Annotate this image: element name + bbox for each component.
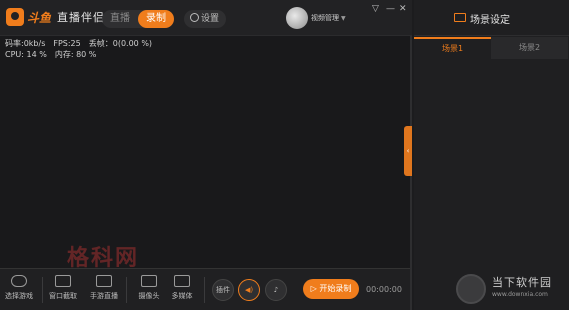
tool-label: 多媒体 [171, 292, 193, 300]
settings-button[interactable]: 设置 [184, 10, 226, 28]
tool-label: 手游直播 [90, 292, 118, 300]
avatar[interactable] [286, 7, 308, 29]
tab-scene-1[interactable]: 场景1 [414, 37, 491, 59]
title-bar: 斗鱼 直播伴侣 直播 录制 设置 视频管理 ▼ ▽ — ✕ [0, 0, 412, 36]
scene-panel-header: 场景设定 [414, 0, 569, 36]
microphone-icon[interactable]: ♪ [265, 279, 287, 301]
bitrate-stat: 码率:0kb/s [5, 39, 46, 48]
minimize-button[interactable]: — [386, 4, 395, 14]
scene-panel-title: 场景设定 [454, 11, 510, 26]
recording-timer: 00:00:00 [366, 285, 402, 294]
tool-label: 窗口截取 [49, 292, 77, 300]
scene-panel-title-text: 场景设定 [470, 15, 510, 26]
cpu-stat: CPU: 14 % [5, 50, 47, 59]
mobile-screen-icon [96, 275, 112, 287]
app-logo: 斗鱼 直播伴侣 [6, 8, 105, 26]
speaker-icon[interactable]: ◀) [238, 279, 260, 301]
app-window: 斗鱼 直播伴侣 直播 录制 设置 视频管理 ▼ ▽ — ✕ 码率:0kb/s FPS… [0, 0, 569, 310]
plugin-button[interactable]: 插件 [212, 279, 234, 301]
tool-label: 选择游戏 [5, 292, 33, 300]
camera-icon [141, 275, 157, 287]
douyu-logo-icon [6, 8, 24, 26]
divider [126, 277, 127, 303]
gamepad-icon [11, 275, 27, 287]
preview-canvas[interactable] [0, 36, 410, 268]
media-icon [174, 275, 190, 287]
monitor-icon [55, 275, 71, 287]
divider [42, 277, 43, 303]
stream-stats: 码率:0kb/s FPS:25 丢帧：0(0.00 %) CPU: 14 % 内存: … [5, 38, 160, 60]
start-recording-button[interactable]: ▷ 开始录制 [303, 279, 359, 299]
tab-record[interactable]: 录制 [138, 10, 174, 28]
start-recording-label: 开始录制 [319, 284, 352, 293]
menu-dropdown-icon[interactable]: ▽ [372, 4, 379, 14]
dropped-frames-stat: 丢帧：0(0.00 %) [88, 39, 153, 48]
chevron-left-icon[interactable]: ‹ [404, 126, 412, 176]
gear-icon [190, 13, 199, 22]
multimedia-button[interactable]: 多媒体 [163, 273, 201, 307]
mobile-live-button[interactable]: 手游直播 [85, 273, 123, 307]
close-button[interactable]: ✕ [399, 4, 407, 14]
divider [204, 277, 205, 303]
chevron-down-icon: ▼ [341, 15, 346, 22]
tab-scene-2[interactable]: 场景2 [491, 37, 568, 59]
tab-live[interactable]: 直播 [102, 10, 138, 28]
main-area: 斗鱼 直播伴侣 直播 录制 设置 视频管理 ▼ ▽ — ✕ 码率:0kb/s FPS… [0, 0, 412, 310]
settings-label: 设置 [201, 14, 220, 24]
memory-stat: 内存: 80 % [54, 50, 97, 59]
site-watermark: 当下软件园 www.downxia.com [456, 270, 569, 310]
site-name: 当下软件园 [492, 276, 552, 289]
site-url: www.downxia.com [492, 291, 548, 298]
scene-tabs: 场景1 场景2 [414, 37, 569, 59]
app-name: 直播伴侣 [57, 11, 106, 24]
site-logo-icon [456, 274, 486, 304]
mode-switch: 直播 录制 [102, 10, 174, 28]
video-manager-label: 视频管理 [311, 14, 339, 22]
scene-panel: 场景设定 场景1 场景2 [414, 0, 569, 310]
video-manager-button[interactable]: 视频管理 ▼ [311, 13, 346, 23]
play-icon: ▷ [310, 284, 317, 293]
brand-name: 斗鱼 [27, 10, 52, 25]
fps-stat: FPS:25 [53, 39, 81, 48]
window-capture-button[interactable]: 窗口截取 [44, 273, 82, 307]
select-game-button[interactable]: 选择游戏 [0, 273, 38, 307]
